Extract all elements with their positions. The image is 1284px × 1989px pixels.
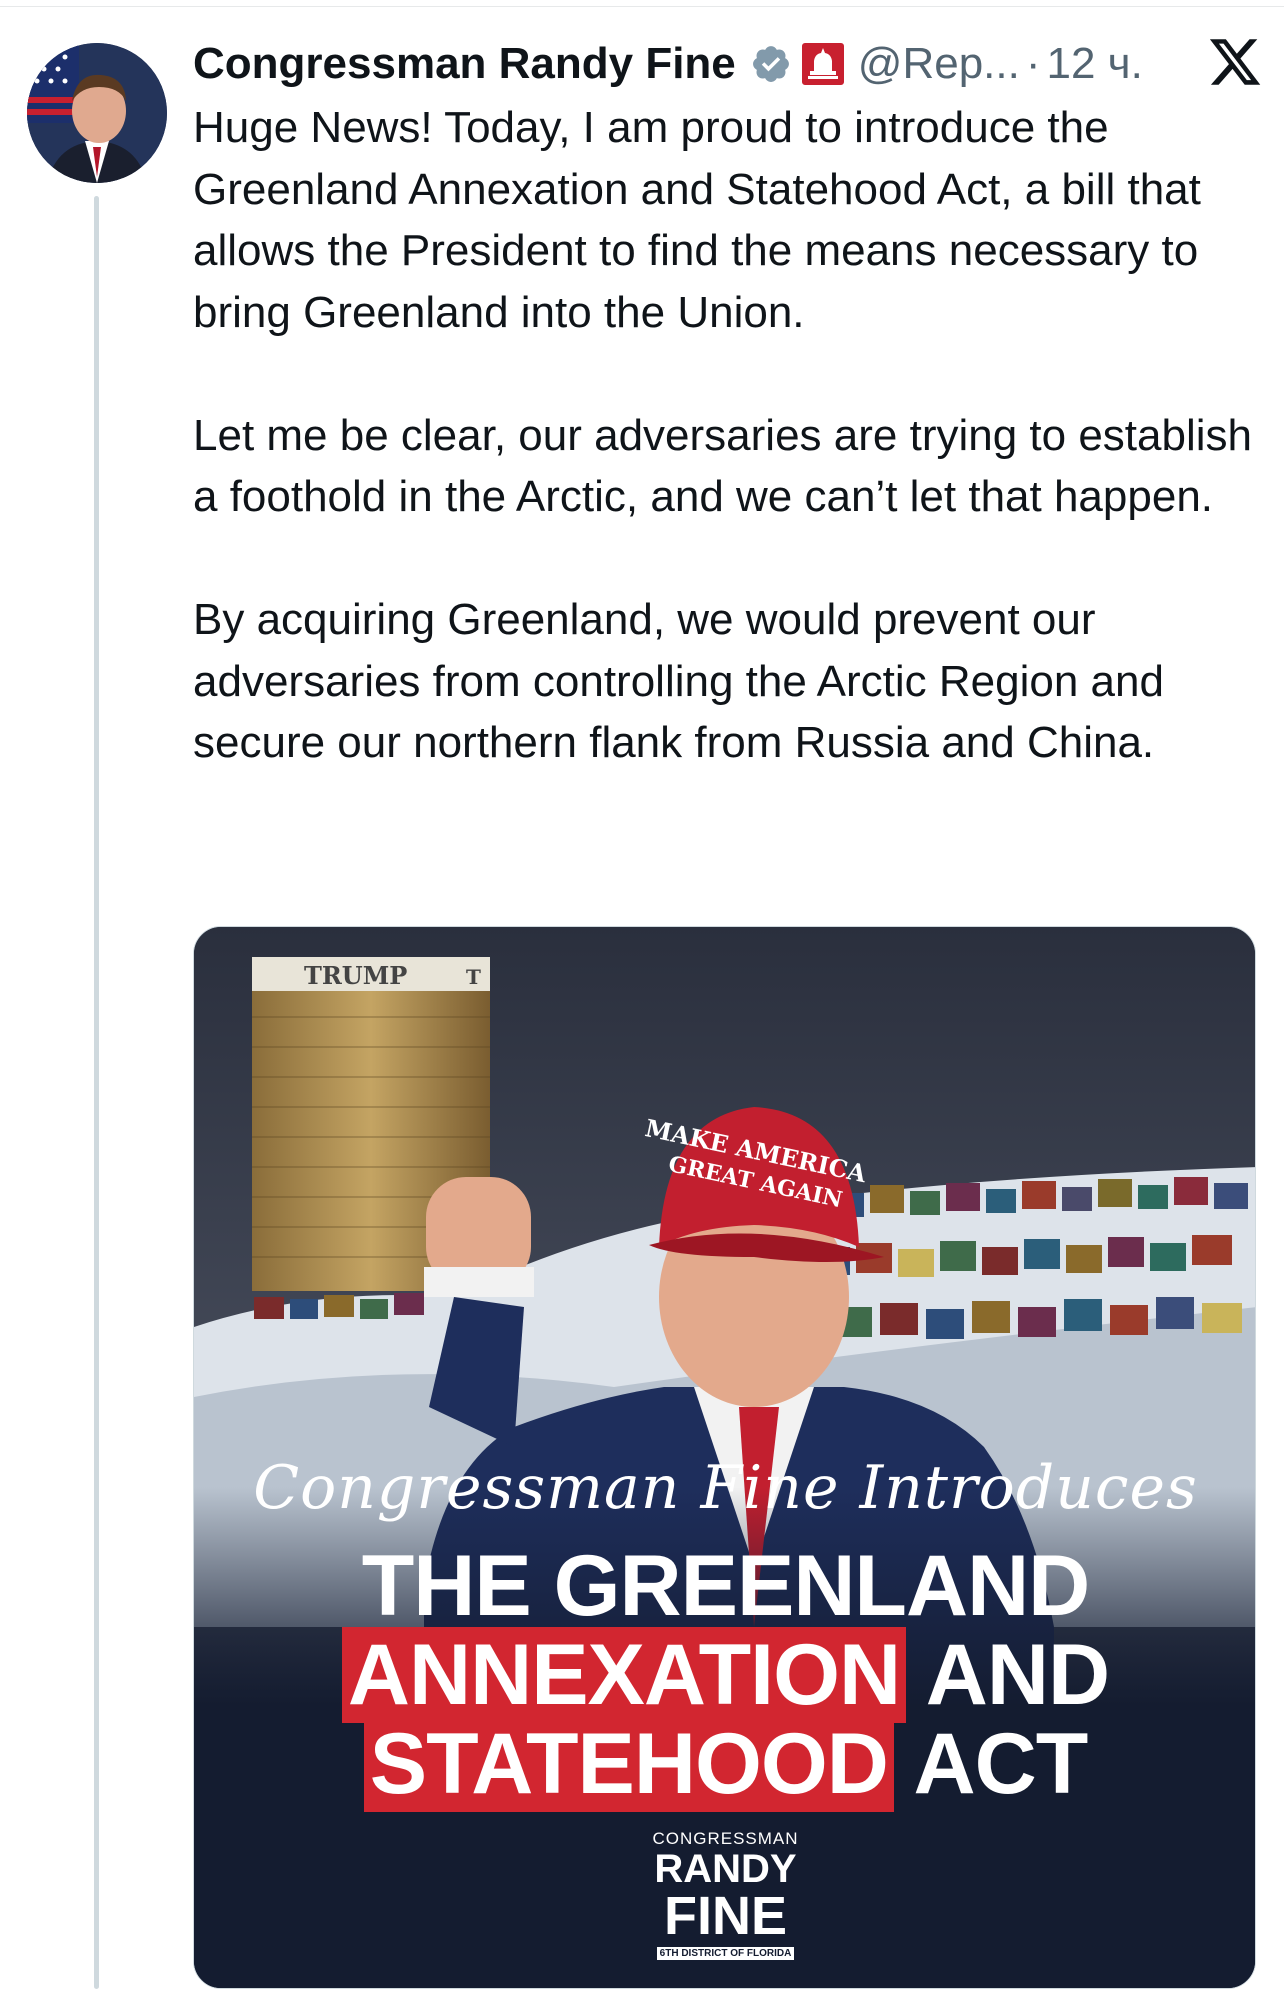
poster-logo: CONGRESSMAN RANDY FINE 6TH DISTRICT OF F… — [194, 1829, 1255, 1961]
poster-script-line: Congressman Fine Introduces — [253, 1453, 1198, 1523]
tweet-paragraph: Let me be clear, our adversaries are try… — [193, 410, 1252, 522]
author-name[interactable]: Congressman Randy Fine — [193, 39, 736, 89]
tower-sign: TRUMP — [304, 961, 407, 990]
poster-highlight-annexation: ANNEXATION — [341, 1627, 907, 1723]
poster-headline-act: ACT — [913, 1716, 1089, 1812]
poster-headline-and: AND — [925, 1627, 1110, 1723]
meta-separator: · — [1025, 39, 1041, 88]
gop-capitol-icon — [799, 41, 846, 87]
tweet-paragraph: Huge News! Today, I am proud to introduc… — [193, 103, 1201, 337]
author-handle[interactable]: @Rep... — [858, 39, 1020, 89]
tweet-paragraph: By acquiring Greenland, we would prevent… — [193, 595, 1164, 767]
logo-congressman: CONGRESSMAN — [652, 1829, 799, 1848]
author-avatar[interactable] — [27, 43, 167, 183]
tweet-timestamp[interactable]: 12 ч. — [1047, 39, 1143, 89]
logo-fine: FINE — [663, 1886, 787, 1946]
tweet-header: Congressman Randy Fine @Rep... · 12 ч. — [193, 34, 1263, 94]
poster-headline-line-2: ANNEXATION AND — [194, 1627, 1255, 1723]
thread-line — [94, 196, 99, 1989]
logo-district: 6TH DISTRICT OF FLORIDA — [656, 1947, 795, 1960]
logo-randy: RANDY — [654, 1847, 797, 1891]
tower-sign-letter: T — [466, 965, 481, 989]
top-divider — [0, 0, 1284, 7]
tweet-text: Huge News! Today, I am proud to introduc… — [193, 97, 1273, 835]
poster-headline-line-3: STATEHOOD ACT — [194, 1716, 1255, 1812]
tweet-media-image[interactable]: TRUMP T MAKE AMERICA GREAT AGAIN Congres… — [193, 926, 1256, 1989]
poster-highlight-statehood: STATEHOOD — [363, 1716, 894, 1812]
poster-headline-line-1: THE GREENLAND — [361, 1538, 1091, 1634]
x-logo-icon — [1209, 39, 1261, 85]
verified-badge-icon[interactable] — [750, 43, 792, 85]
